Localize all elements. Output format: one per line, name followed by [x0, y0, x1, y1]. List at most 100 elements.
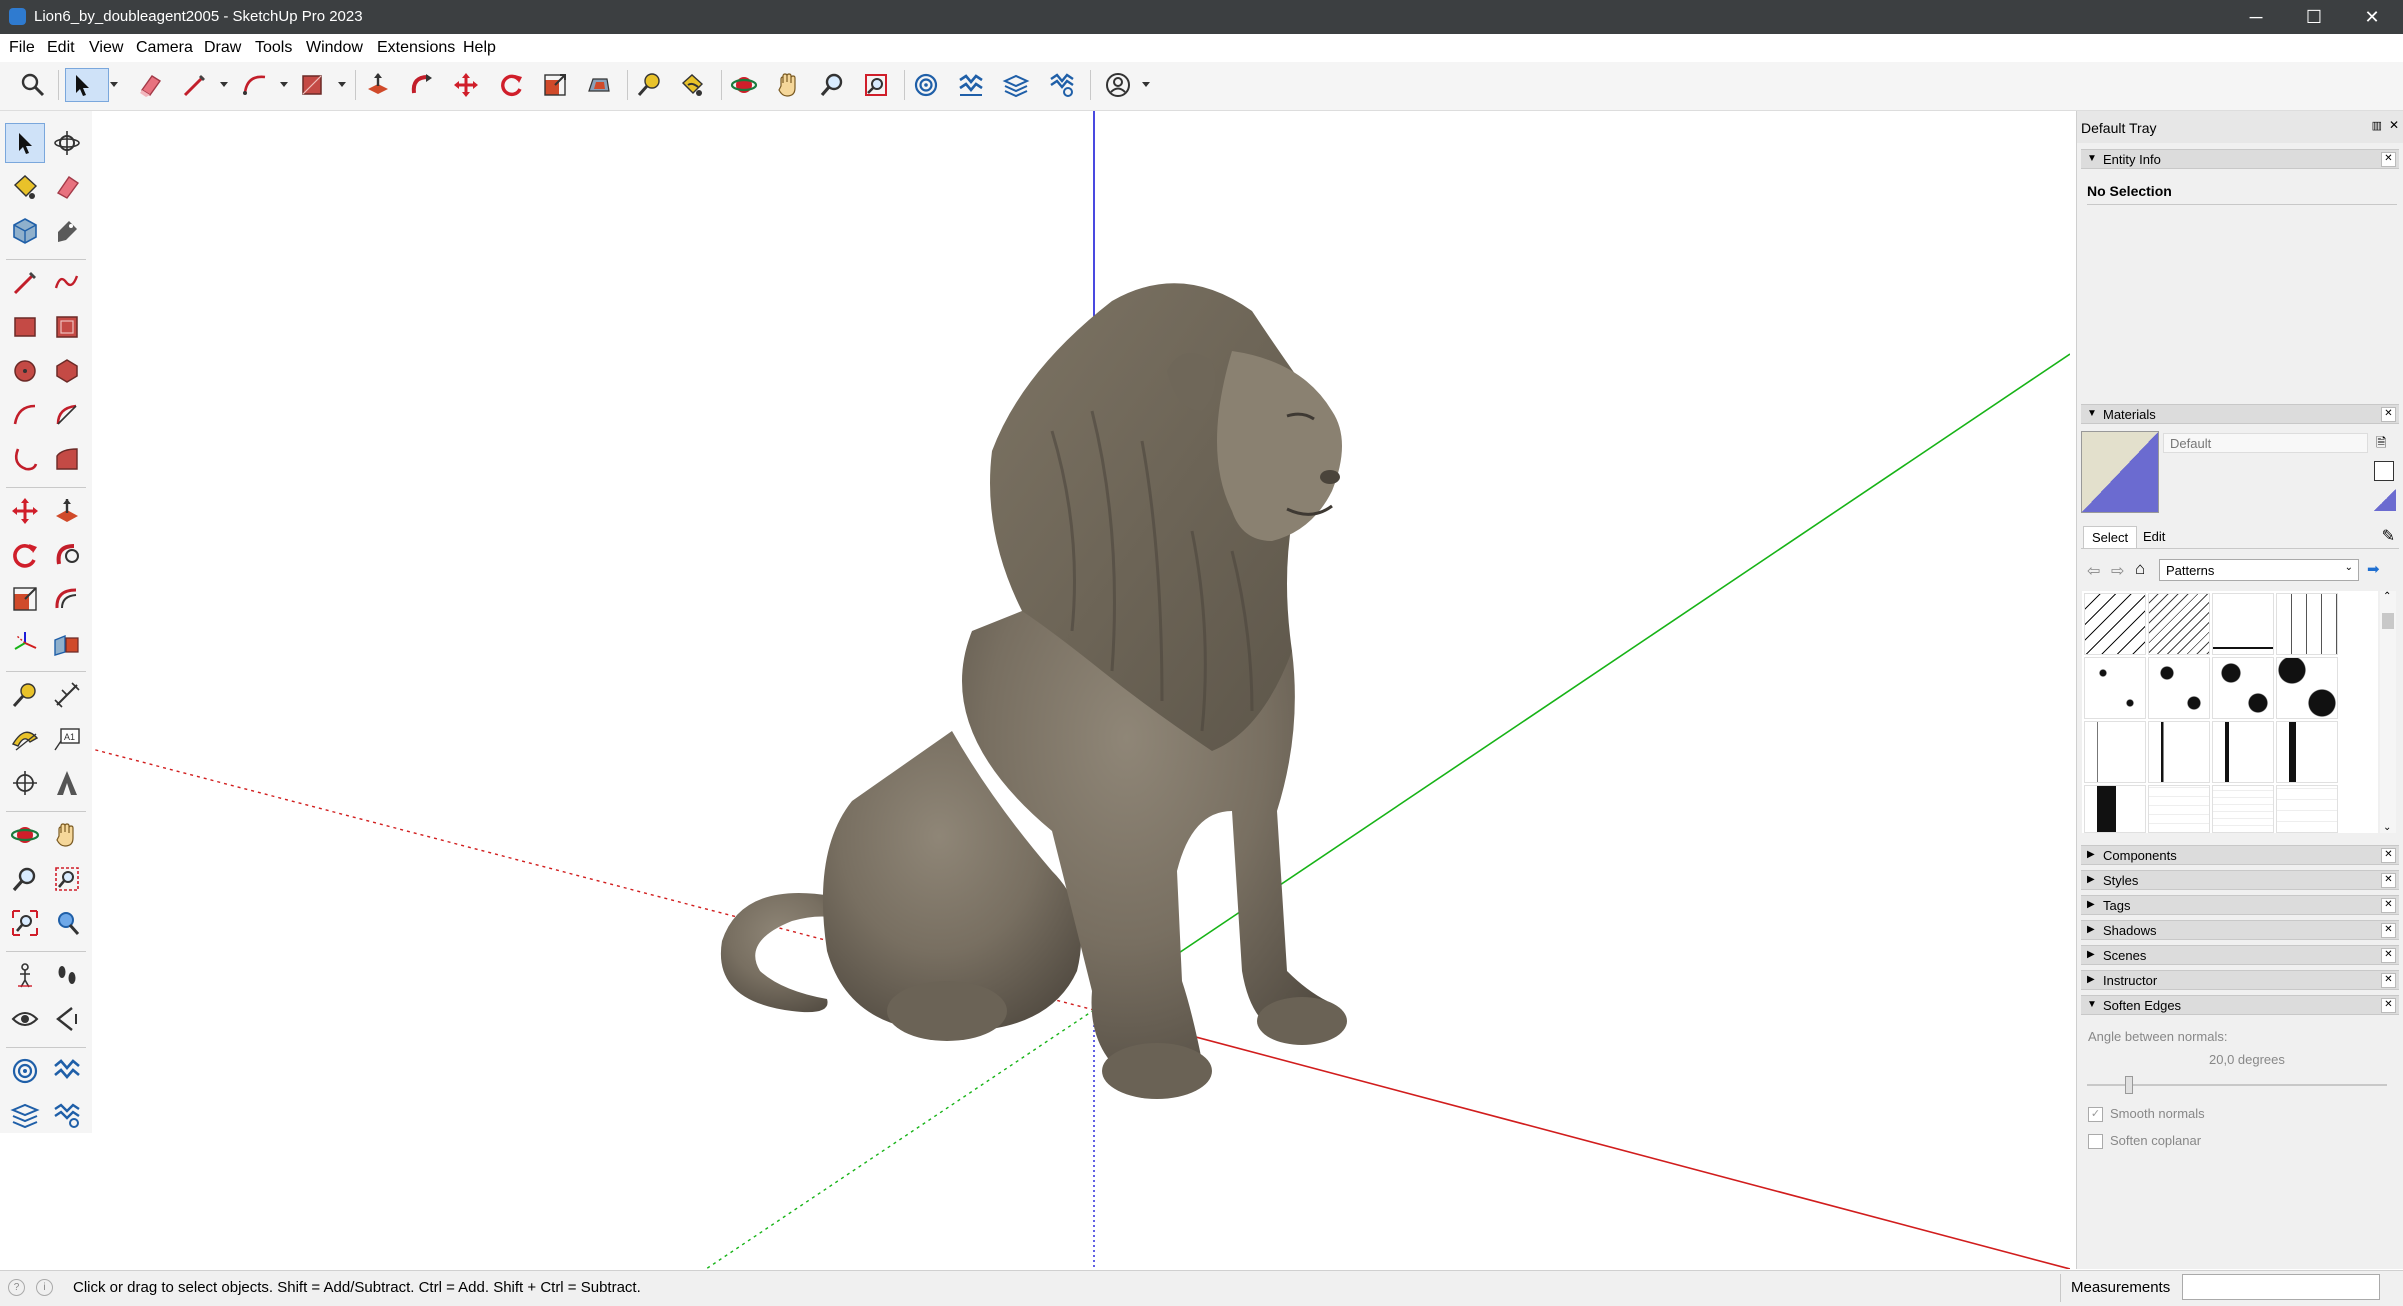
scale-icon[interactable] [5, 579, 45, 619]
panel-close-icon[interactable]: ✕ [2381, 923, 2396, 938]
push-pull-icon[interactable] [361, 68, 395, 102]
tags-panel-header[interactable]: ▶ Tags ✕ [2081, 895, 2399, 915]
eyedropper-icon[interactable]: ✎ [2382, 526, 2395, 546]
menu-draw[interactable]: Draw [204, 39, 241, 57]
pencil-line-icon[interactable] [178, 68, 212, 102]
eraser-icon[interactable] [47, 167, 87, 207]
panel-close-icon[interactable]: ✕ [2381, 152, 2396, 167]
offset-icon[interactable] [582, 68, 616, 102]
pie-icon[interactable] [47, 395, 87, 435]
panel-close-icon[interactable]: ✕ [2381, 898, 2396, 913]
soften-coplanar-checkbox[interactable] [2088, 1134, 2103, 1149]
pattern-swatch[interactable] [2148, 721, 2210, 783]
drawing-viewport[interactable] [92, 111, 2070, 1269]
tape-measure-icon[interactable] [632, 68, 666, 102]
smooth-normals-checkbox[interactable]: ✓ [2088, 1107, 2103, 1122]
axes-tool-icon[interactable] [5, 763, 45, 803]
geo-location-icon[interactable]: ? [8, 1279, 25, 1296]
section-display-icon[interactable] [47, 999, 87, 1039]
panel-close-icon[interactable]: ✕ [2381, 948, 2396, 963]
sandbox-drape-icon[interactable] [1045, 68, 1079, 102]
axes-icon[interactable] [5, 623, 45, 663]
tag-icon[interactable] [47, 211, 87, 251]
rotate-icon[interactable] [494, 68, 528, 102]
lion-statue-model[interactable] [720, 283, 1347, 1099]
menu-file[interactable]: File [9, 39, 35, 57]
pan-tool-icon[interactable] [47, 815, 87, 855]
minimize-button[interactable]: ─ [2227, 0, 2285, 34]
menu-tools[interactable]: Tools [255, 39, 292, 57]
look-around-icon[interactable] [5, 999, 45, 1039]
select-dropdown-arrow[interactable] [110, 82, 118, 87]
sandbox-from-contours-icon[interactable] [909, 68, 943, 102]
tape-measure-icon[interactable] [5, 675, 45, 715]
3d-text-icon[interactable] [47, 763, 87, 803]
scenes-panel-header[interactable]: ▶ Scenes ✕ [2081, 945, 2399, 965]
panel-close-icon[interactable]: ✕ [2381, 973, 2396, 988]
entity-info-panel-header[interactable]: ▼ Entity Info ✕ [2081, 149, 2399, 169]
home-icon[interactable]: ⌂ [2135, 559, 2145, 579]
move-icon[interactable] [5, 491, 45, 531]
pattern-swatch[interactable] [2276, 721, 2338, 783]
move-icon[interactable] [449, 68, 483, 102]
zoom-extents-tool-icon[interactable] [5, 903, 45, 943]
select-icon[interactable] [5, 123, 45, 163]
zoom-icon[interactable] [815, 68, 849, 102]
orbit-icon[interactable] [47, 123, 87, 163]
select-icon[interactable] [65, 68, 109, 102]
pattern-swatch[interactable] [2212, 593, 2274, 655]
create-material-icon[interactable]: 🗎 [2376, 434, 2392, 452]
pan-icon[interactable] [771, 68, 805, 102]
credits-info-icon[interactable]: i [36, 1279, 53, 1296]
collection-dropdown[interactable]: Patterns ⌄ [2159, 559, 2359, 581]
paint-bucket-icon[interactable] [5, 167, 45, 207]
tab-edit[interactable]: Edit [2135, 526, 2173, 547]
scroll-down-icon[interactable]: ⌄ [2383, 822, 2391, 833]
instructor-panel-header[interactable]: ▶ Instructor ✕ [2081, 970, 2399, 990]
protractor-icon[interactable] [5, 719, 45, 759]
pattern-swatch[interactable] [2084, 657, 2146, 719]
pattern-swatch[interactable] [2276, 785, 2338, 833]
zoom-window-icon[interactable] [47, 859, 87, 899]
polygon-icon[interactable] [47, 351, 87, 391]
zoom-tool-icon[interactable] [5, 859, 45, 899]
menu-help[interactable]: Help [463, 39, 496, 57]
orbit-icon[interactable] [727, 68, 761, 102]
menu-extensions[interactable]: Extensions [377, 39, 455, 57]
panel-close-icon[interactable]: ✕ [2381, 848, 2396, 863]
pattern-swatch[interactable] [2084, 593, 2146, 655]
push-pull-icon[interactable] [47, 491, 87, 531]
arc-icon[interactable] [5, 395, 45, 435]
scroll-up-icon[interactable]: ⌃ [2383, 591, 2391, 602]
shadows-panel-header[interactable]: ▶ Shadows ✕ [2081, 920, 2399, 940]
offset-icon[interactable] [47, 579, 87, 619]
arc-icon[interactable] [238, 68, 272, 102]
section-plane-icon[interactable] [47, 623, 87, 663]
account-dropdown-arrow[interactable] [1142, 82, 1150, 87]
account-icon[interactable] [1101, 68, 1135, 102]
angle-slider-thumb[interactable] [2125, 1076, 2133, 1094]
sandbox-stamp-icon[interactable] [999, 68, 1033, 102]
shape-dropdown-arrow[interactable] [338, 82, 346, 87]
panel-close-icon[interactable]: ✕ [2381, 998, 2396, 1013]
pattern-swatch[interactable] [2212, 721, 2274, 783]
soften-edges-panel-header[interactable]: ▼ Soften Edges ✕ [2081, 995, 2399, 1015]
sandbox-stamp-tool-icon[interactable] [5, 1095, 45, 1135]
details-arrow-icon[interactable]: ➡ [2367, 560, 2380, 578]
forward-arrow-icon[interactable]: ⇨ [2111, 561, 2124, 581]
follow-me-icon[interactable] [405, 68, 439, 102]
two-point-arc-icon[interactable] [5, 439, 45, 479]
freehand-icon[interactable] [47, 263, 87, 303]
angle-slider[interactable] [2087, 1076, 2387, 1094]
search-icon[interactable] [16, 68, 50, 102]
zoom-extents-icon[interactable] [859, 68, 893, 102]
text-icon[interactable]: A1 [47, 719, 87, 759]
menu-view[interactable]: View [89, 39, 123, 57]
sandbox-contours-icon[interactable] [5, 1051, 45, 1091]
maximize-button[interactable]: ☐ [2285, 0, 2343, 34]
component-icon[interactable] [5, 211, 45, 251]
panel-close-icon[interactable]: ✕ [2381, 873, 2396, 888]
sandbox-scratch-icon[interactable] [47, 1051, 87, 1091]
pattern-swatch[interactable] [2084, 785, 2146, 833]
pattern-swatch[interactable] [2276, 657, 2338, 719]
